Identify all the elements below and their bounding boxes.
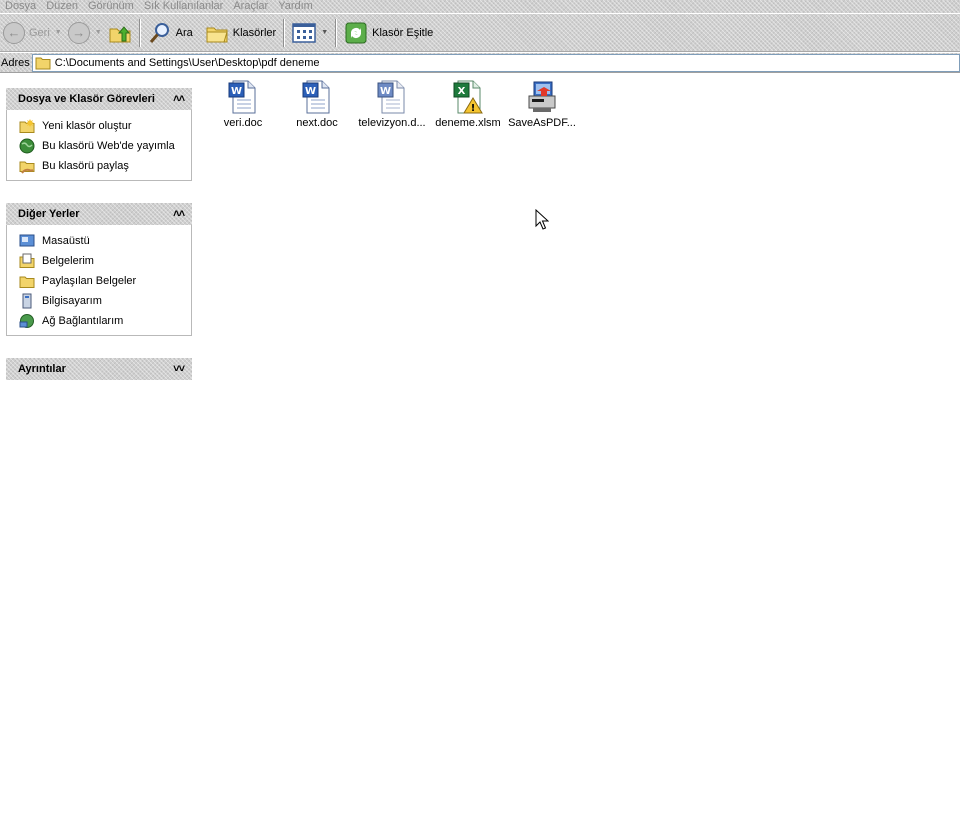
desktop-icon (19, 234, 35, 247)
new-folder-icon (19, 119, 35, 133)
up-button[interactable] (105, 17, 135, 49)
mouse-cursor-icon (535, 209, 549, 230)
address-bar: Adres C:\Documents and Settings\User\Des… (0, 53, 960, 73)
installer-icon (528, 81, 556, 112)
sync-icon (345, 22, 367, 43)
task-label: Bu klasörü Web'de yayımla (42, 140, 175, 152)
views-icon (292, 22, 316, 43)
other-places-panel: Diğer Yerler ˄˄ Masaüstü Belgelerim Payl… (6, 203, 192, 336)
sync-label: Klasör Eşitle (372, 26, 434, 39)
place-desktop[interactable]: Masaüstü (19, 231, 191, 251)
views-button[interactable]: ▼ (289, 17, 331, 49)
forward-button[interactable]: → ▼ (65, 17, 105, 49)
excel-macro-icon: X ! (453, 80, 483, 114)
place-network[interactable]: Ağ Bağlantılarım (19, 311, 191, 331)
toolbar-separator (138, 18, 141, 47)
details-panel: Ayrıntılar ˅˅ (6, 358, 192, 380)
folder-icon (19, 276, 35, 288)
file-tasks-body: Yeni klasör oluştur Bu klasörü Web'de ya… (6, 110, 192, 181)
place-label: Belgelerim (42, 255, 94, 267)
place-label: Bilgisayarım (42, 295, 102, 307)
my-computer-icon (22, 293, 32, 309)
place-label: Paylaşılan Belgeler (42, 275, 137, 287)
details-header[interactable]: Ayrıntılar ˅˅ (6, 358, 192, 380)
svg-text:!: ! (471, 103, 476, 114)
menu-file[interactable]: Dosya (0, 0, 41, 13)
svg-text:W: W (305, 86, 316, 97)
task-publish-web[interactable]: Bu klasörü Web'de yayımla (19, 136, 191, 156)
menu-bar: Dosya Düzen Görünüm Sık Kullanılanlar Ar… (0, 0, 960, 13)
network-icon (19, 314, 34, 328)
task-share-folder[interactable]: Bu klasörü paylaş (19, 156, 191, 176)
menu-edit[interactable]: Düzen (41, 0, 83, 13)
word-document-icon: W (228, 80, 256, 114)
place-label: Ağ Bağlantılarım (42, 315, 124, 327)
address-input[interactable]: C:\Documents and Settings\User\Desktop\p… (31, 53, 960, 72)
address-path: C:\Documents and Settings\User\Desktop\p… (54, 56, 320, 69)
forward-dropdown-icon[interactable]: ▼ (95, 29, 102, 36)
svg-text:W: W (231, 86, 242, 97)
back-arrow-icon: ← (3, 21, 25, 44)
task-label: Bu klasörü paylaş (42, 160, 129, 172)
file-name: veri.doc (223, 117, 263, 129)
search-icon (149, 22, 169, 43)
file-name: televizyon.d... (358, 117, 426, 129)
back-label: Geri (29, 26, 50, 39)
place-label: Masaüstü (42, 235, 90, 247)
task-pane: Dosya ve Klasör Görevleri ˄˄ Yeni klasör… (0, 74, 200, 816)
svg-text:W: W (380, 86, 391, 97)
other-places-body: Masaüstü Belgelerim Paylaşılan Belgeler (6, 225, 192, 336)
file-list-view: W veri.doc W next.doc W televizyon.d... … (200, 74, 960, 816)
file-item-next-doc[interactable]: W next.doc (279, 80, 355, 129)
word-document-icon: W (302, 80, 330, 114)
other-places-header[interactable]: Diğer Yerler ˄˄ (6, 203, 192, 225)
file-item-saveaspdf[interactable]: SaveAsPDF... (504, 80, 580, 129)
folders-label: Klasörler (232, 26, 277, 39)
toolbar: ← Geri ▼ → ▼ Ara Klasörler ▼ Klasör Eşit… (0, 14, 960, 52)
menu-view[interactable]: Görünüm (83, 0, 139, 13)
search-label: Ara (175, 26, 193, 39)
address-label: Adres (1, 56, 30, 69)
menu-tools[interactable]: Araçlar (228, 0, 273, 13)
collapse-icon[interactable]: ˄˄ (173, 93, 185, 105)
toolbar-separator (283, 18, 286, 47)
globe-icon (19, 138, 35, 154)
task-label: Yeni klasör oluştur (42, 120, 132, 132)
folders-icon (206, 27, 228, 42)
file-name: SaveAsPDF... (508, 117, 576, 129)
my-documents-icon (19, 253, 35, 268)
shared-folder-icon (19, 161, 35, 174)
toolbar-separator (335, 18, 338, 47)
file-name: deneme.xlsm (435, 117, 501, 129)
menu-favorites[interactable]: Sık Kullanılanlar (139, 0, 229, 13)
back-button[interactable]: ← Geri ▼ (0, 17, 65, 49)
panel-title: Ayrıntılar (18, 363, 66, 375)
place-my-computer[interactable]: Bilgisayarım (19, 291, 191, 311)
sync-folder-button[interactable]: Klasör Eşitle (341, 17, 436, 49)
back-dropdown-icon[interactable]: ▼ (55, 29, 62, 36)
place-shared-documents[interactable]: Paylaşılan Belgeler (19, 271, 191, 291)
file-tasks-header[interactable]: Dosya ve Klasör Görevleri ˄˄ (6, 88, 192, 110)
expand-icon[interactable]: ˅˅ (173, 363, 185, 375)
views-dropdown-icon[interactable]: ▼ (321, 29, 328, 36)
task-new-folder[interactable]: Yeni klasör oluştur (19, 116, 191, 136)
folder-up-icon (109, 25, 131, 42)
menu-help[interactable]: Yardım (273, 0, 318, 13)
file-name: next.doc (296, 117, 338, 129)
file-item-veri-doc[interactable]: W veri.doc (205, 80, 281, 129)
file-tasks-panel: Dosya ve Klasör Görevleri ˄˄ Yeni klasör… (6, 88, 192, 181)
place-my-documents[interactable]: Belgelerim (19, 251, 191, 271)
forward-arrow-icon: → (67, 21, 90, 44)
search-button[interactable]: Ara (145, 17, 196, 49)
svg-text:X: X (458, 86, 466, 97)
file-item-deneme-xlsm[interactable]: X ! deneme.xlsm (430, 80, 506, 129)
collapse-icon[interactable]: ˄˄ (173, 208, 185, 220)
panel-title: Dosya ve Klasör Görevleri (18, 93, 155, 105)
panel-title: Diğer Yerler (18, 208, 80, 220)
folder-icon (35, 57, 51, 69)
word-document-icon: W (377, 80, 405, 114)
file-item-televizyon-doc[interactable]: W televizyon.d... (354, 80, 430, 129)
folders-button[interactable]: Klasörler (202, 17, 279, 49)
